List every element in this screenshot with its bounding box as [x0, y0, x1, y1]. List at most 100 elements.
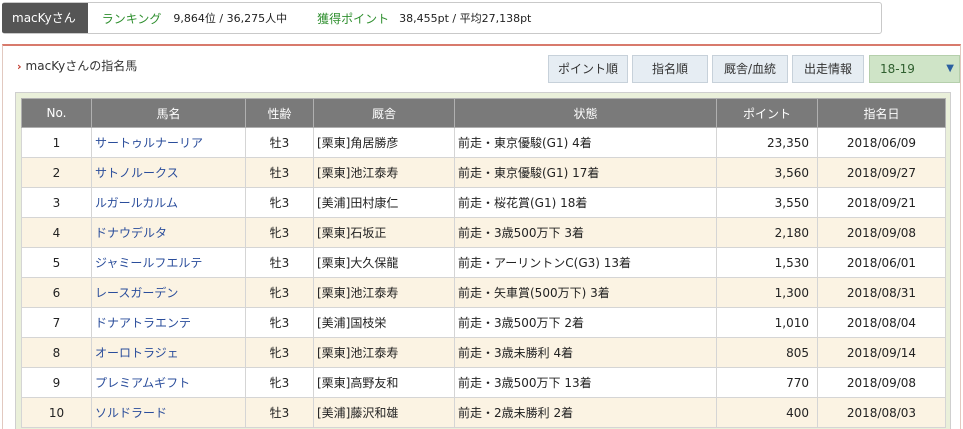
cell-stable: [美浦]藤沢和雄 [313, 397, 455, 428]
cell-stable: [栗東]池江泰寿 [313, 157, 455, 188]
cell-date: 2018/06/09 [817, 127, 946, 158]
cell-sexage: 牡3 [245, 157, 314, 188]
horse-name-link[interactable]: サートゥルナーリア [91, 127, 246, 158]
cell-points: 770 [716, 367, 818, 398]
cell-stable: [美浦]国枝栄 [313, 307, 455, 338]
horse-table-container: No. 馬名 性齢 厩舎 状態 ポイント 指名日 1 サートゥルナーリア 牡3 [栗東… [15, 92, 951, 429]
panel-header: › macKyさんの指名馬 ポイント順 指名順 厩舎/血統 出走情報 18-19 ▼ [3, 46, 960, 84]
cell-date: 2018/06/01 [817, 247, 946, 278]
race-info-button[interactable]: 出走情報 [792, 55, 864, 83]
cell-sexage: 牝3 [245, 187, 314, 218]
col-header-no: No. [21, 98, 92, 128]
user-summary-bar: macKyさん ランキング 9,864位 / 36,275人中 獲得ポイント 3… [2, 2, 882, 34]
cell-no: 9 [21, 367, 92, 398]
sort-by-nomination-button[interactable]: 指名順 [632, 55, 708, 83]
col-header-name: 馬名 [91, 98, 246, 128]
cell-stable: [栗東]池江泰寿 [313, 337, 455, 368]
horse-table: No. 馬名 性齢 厩舎 状態 ポイント 指名日 1 サートゥルナーリア 牡3 [栗東… [21, 98, 946, 428]
nominated-horses-panel: › macKyさんの指名馬 ポイント順 指名順 厩舎/血統 出走情報 18-19 ▼… [2, 44, 961, 429]
ranking-label: ランキング [101, 11, 162, 26]
cell-points: 1,010 [716, 307, 818, 338]
cell-sexage: 牡3 [245, 127, 314, 158]
season-select-value: 18-19 [880, 62, 915, 76]
username-badge[interactable]: macKyさん [2, 3, 88, 33]
cell-stable: [栗東]石坂正 [313, 217, 455, 248]
table-row: 5 ジャミールフエルテ 牡3 [栗東]大久保龍 前走・アーリントンC(G3) 13着 1,… [21, 247, 946, 278]
table-row: 8 オーロトラジェ 牝3 [栗東]池江泰寿 前走・3歳未勝利 4着 805 2018/09/… [21, 337, 946, 368]
horse-name-link[interactable]: レースガーデン [91, 277, 246, 308]
cell-points: 1,300 [716, 277, 818, 308]
col-header-points: ポイント [716, 98, 818, 128]
cell-points: 23,350 [716, 127, 818, 158]
cell-status: 前走・2歳未勝利 2着 [454, 397, 717, 428]
cell-points: 400 [716, 397, 818, 428]
cell-date: 2018/09/08 [817, 367, 946, 398]
cell-status: 前走・3歳未勝利 4着 [454, 337, 717, 368]
cell-no: 4 [21, 217, 92, 248]
cell-points: 3,560 [716, 157, 818, 188]
cell-date: 2018/09/14 [817, 337, 946, 368]
cell-no: 7 [21, 307, 92, 338]
cell-sexage: 牝3 [245, 217, 314, 248]
cell-sexage: 牡3 [245, 247, 314, 278]
cell-date: 2018/09/21 [817, 187, 946, 218]
cell-stable: [栗東]池江泰寿 [313, 277, 455, 308]
horse-name-link[interactable]: オーロトラジェ [91, 337, 246, 368]
cell-date: 2018/08/03 [817, 397, 946, 428]
cell-no: 6 [21, 277, 92, 308]
col-header-sexage: 性齢 [245, 98, 314, 128]
cell-no: 1 [21, 127, 92, 158]
cell-points: 1,530 [716, 247, 818, 278]
horse-name-link[interactable]: プレミアムギフト [91, 367, 246, 398]
cell-points: 3,550 [716, 187, 818, 218]
cell-date: 2018/08/31 [817, 277, 946, 308]
cell-no: 3 [21, 187, 92, 218]
table-row: 10 ソルドラード 牡3 [美浦]藤沢和雄 前走・2歳未勝利 2着 400 2018/08/… [21, 397, 946, 428]
table-row: 7 ドナアトラエンテ 牝3 [美浦]国枝栄 前走・3歳500万下 2着 1,010 2018… [21, 307, 946, 338]
table-row: 2 サトノルークス 牡3 [栗東]池江泰寿 前走・東京優駿(G1) 17着 3,560 20… [21, 157, 946, 188]
cell-points: 805 [716, 337, 818, 368]
col-header-date: 指名日 [817, 98, 946, 128]
cell-no: 10 [21, 397, 92, 428]
horse-name-link[interactable]: ドナアトラエンテ [91, 307, 246, 338]
horse-name-link[interactable]: ソルドラード [91, 397, 246, 428]
col-header-stable: 厩舎 [313, 98, 455, 128]
ranking-value: 9,864位 / 36,275人中 [173, 12, 288, 25]
table-row: 4 ドナウデルタ 牝3 [栗東]石坂正 前走・3歳500万下 3着 2,180 2018/0… [21, 217, 946, 248]
chevron-right-icon: › [17, 60, 22, 73]
cell-status: 前走・矢車賞(500万下) 3着 [454, 277, 717, 308]
season-select[interactable]: 18-19 ▼ [869, 55, 960, 83]
cell-sexage: 牝3 [245, 307, 314, 338]
table-header-row: No. 馬名 性齢 厩舎 状態 ポイント 指名日 [21, 98, 946, 128]
cell-status: 前走・東京優駿(G1) 4着 [454, 127, 717, 158]
cell-sexage: 牝3 [245, 367, 314, 398]
cell-points: 2,180 [716, 217, 818, 248]
horse-name-link[interactable]: ドナウデルタ [91, 217, 246, 248]
cell-date: 2018/09/08 [817, 217, 946, 248]
table-row: 6 レースガーデン 牝3 [栗東]池江泰寿 前走・矢車賞(500万下) 3着 1,300 2… [21, 277, 946, 308]
cell-sexage: 牝3 [245, 277, 314, 308]
cell-stable: [栗東]大久保龍 [313, 247, 455, 278]
horse-name-link[interactable]: サトノルークス [91, 157, 246, 188]
col-header-status: 状態 [454, 98, 717, 128]
panel-title-text: macKyさんの指名馬 [25, 59, 138, 73]
cell-date: 2018/09/27 [817, 157, 946, 188]
cell-no: 2 [21, 157, 92, 188]
table-row: 1 サートゥルナーリア 牡3 [栗東]角居勝彦 前走・東京優駿(G1) 4着 23,350… [21, 127, 946, 158]
cell-status: 前走・3歳500万下 2着 [454, 307, 717, 338]
cell-status: 前走・3歳500万下 13着 [454, 367, 717, 398]
cell-sexage: 牝3 [245, 337, 314, 368]
cell-no: 5 [21, 247, 92, 278]
sort-by-stable-button[interactable]: 厩舎/血統 [712, 55, 788, 83]
horse-name-link[interactable]: ルガールカルム [91, 187, 246, 218]
cell-status: 前走・3歳500万下 3着 [454, 217, 717, 248]
horse-name-link[interactable]: ジャミールフエルテ [91, 247, 246, 278]
sort-by-points-button[interactable]: ポイント順 [548, 55, 628, 83]
panel-title: › macKyさんの指名馬 [17, 57, 137, 74]
points-label: 獲得ポイント [317, 11, 390, 26]
points-value: 38,455pt / 平均27,138pt [399, 12, 532, 25]
table-row: 3 ルガールカルム 牝3 [美浦]田村康仁 前走・桜花賞(G1) 18着 3,550 201… [21, 187, 946, 218]
cell-stable: [栗東]角居勝彦 [313, 127, 455, 158]
cell-stable: [美浦]田村康仁 [313, 187, 455, 218]
cell-status: 前走・アーリントンC(G3) 13着 [454, 247, 717, 278]
